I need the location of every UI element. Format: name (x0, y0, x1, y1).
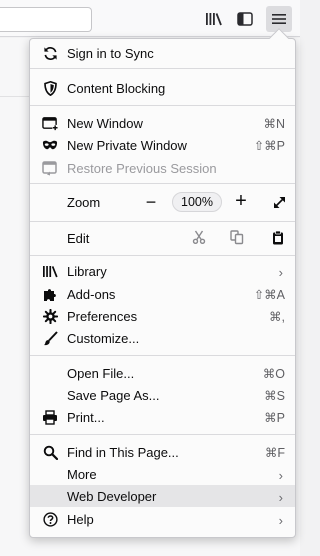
separator (30, 68, 295, 69)
web-developer-label: Web Developer (67, 489, 157, 504)
chevron-right-icon: › (278, 490, 283, 505)
sync-icon (42, 45, 58, 61)
menu-item-web-developer[interactable]: Web Developer › (30, 485, 295, 507)
shield-icon (42, 80, 58, 96)
print-label: Print... (67, 410, 105, 425)
zoom-reset-button[interactable]: 100% (172, 192, 222, 212)
printer-icon (42, 409, 58, 425)
zoom-out-button[interactable]: − (140, 191, 162, 213)
menu-item-zoom: Zoom (30, 191, 295, 213)
separator (30, 255, 295, 256)
separator (30, 221, 295, 222)
menu-item-find[interactable]: Find in This Page... ⌘F (30, 441, 295, 463)
new-window-shortcut: ⌘N (263, 117, 285, 131)
zoom-label: Zoom (67, 195, 101, 210)
save-page-label: Save Page As... (67, 388, 160, 403)
copy-icon (230, 229, 244, 244)
more-label: More (67, 467, 97, 482)
menu-item-library[interactable]: Library › (30, 260, 295, 282)
open-file-label: Open File... (67, 366, 135, 381)
save-page-shortcut: ⌘S (264, 389, 285, 403)
brush-icon (42, 330, 58, 346)
menu-item-restore-session[interactable]: Restore Previous Session (30, 157, 295, 179)
chevron-right-icon: › (278, 513, 283, 528)
menu-item-edit: Edit (30, 227, 295, 249)
find-label: Find in This Page... (67, 445, 179, 460)
scissors-icon (192, 230, 206, 244)
menu-item-more[interactable]: More › (30, 463, 295, 485)
menu-item-save-page[interactable]: Save Page As... ⌘S (30, 384, 295, 406)
mask-icon (42, 137, 58, 153)
sync-label: Sign in to Sync (67, 46, 154, 61)
menu-item-open-file[interactable]: Open File... ⌘O (30, 362, 295, 384)
puzzle-icon (42, 286, 58, 302)
library-icon (42, 263, 58, 279)
print-shortcut: ⌘P (264, 411, 285, 425)
copy-button[interactable] (226, 226, 248, 248)
help-label: Help (67, 512, 94, 527)
sidebar-icon (237, 12, 253, 26)
addons-label: Add-ons (67, 287, 116, 302)
separator (30, 434, 295, 435)
menu-item-preferences[interactable]: Preferences ⌘, (30, 305, 295, 327)
menu-item-private-window[interactable]: New Private Window ⇧⌘P (30, 134, 295, 156)
addons-shortcut: ⇧⌘A (253, 288, 285, 302)
new-window-icon (42, 115, 58, 131)
chevron-right-icon: › (278, 265, 283, 280)
menu-item-addons[interactable]: Add-ons ⇧⌘A (30, 283, 295, 305)
library-icon (206, 13, 222, 26)
separator (30, 183, 295, 184)
cut-button[interactable] (188, 226, 210, 248)
paste-icon (273, 230, 283, 244)
search-icon (42, 444, 58, 460)
library-label: Library (67, 264, 107, 279)
private-window-label: New Private Window (67, 138, 187, 153)
new-window-label: New Window (67, 116, 143, 131)
library-button[interactable] (201, 6, 227, 32)
sidebar-button[interactable] (232, 6, 258, 32)
gear-icon (42, 308, 58, 324)
customize-label: Customize... (67, 331, 140, 346)
paste-button[interactable] (267, 226, 289, 248)
preferences-label: Preferences (67, 309, 138, 324)
hamburger-menu-icon (272, 14, 286, 24)
fullscreen-button[interactable] (268, 191, 290, 213)
menu-item-content-blocking[interactable]: Content Blocking (30, 77, 295, 99)
private-window-shortcut: ⇧⌘P (253, 139, 285, 153)
help-icon (42, 511, 58, 527)
url-bar[interactable] (0, 7, 92, 32)
menu-item-help[interactable]: Help › (30, 508, 295, 530)
browser-toolbar (0, 0, 300, 37)
fullscreen-icon (273, 196, 285, 208)
content-blocking-label: Content Blocking (67, 81, 166, 96)
preferences-shortcut: ⌘, (269, 310, 285, 324)
separator (30, 355, 295, 356)
restore-icon (42, 160, 58, 176)
chevron-right-icon: › (278, 468, 283, 483)
menu-item-print[interactable]: Print... ⌘P (30, 406, 295, 428)
open-file-shortcut: ⌘O (262, 367, 285, 381)
edit-label: Edit (67, 231, 90, 246)
menu-item-customize[interactable]: Customize... (30, 327, 295, 349)
restore-session-label: Restore Previous Session (67, 161, 217, 176)
menu-item-new-window[interactable]: New Window ⌘N (30, 112, 295, 134)
separator (30, 105, 295, 106)
menu-item-sync[interactable]: Sign in to Sync (30, 42, 295, 64)
find-shortcut: ⌘F (264, 446, 285, 460)
zoom-in-button[interactable]: + (230, 190, 252, 212)
